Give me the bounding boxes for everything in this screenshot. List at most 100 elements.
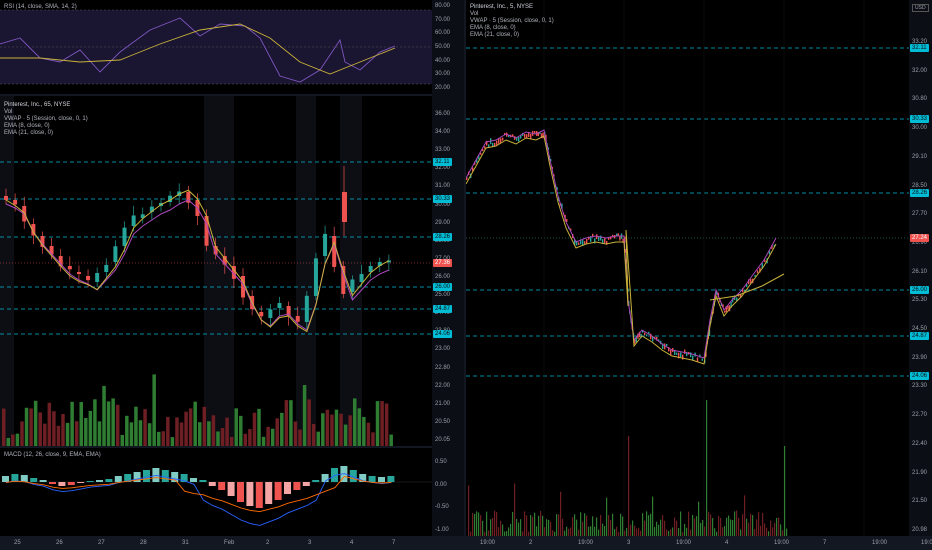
volume-bar [325,409,330,446]
macd-histogram-bar [368,476,376,482]
volume-bar [38,412,42,446]
volume-bar [776,517,778,536]
volume-bar [193,401,197,446]
volume-bar [175,417,179,446]
volume-bar [143,409,147,446]
candle-body [600,235,602,241]
left-time-label: 7 [392,540,396,546]
right-last-price-tag[interactable]: 27.24 [910,234,930,242]
right-legend-vwap[interactable]: VWAP · 5 (Session, close, 0, 1) [470,18,554,25]
left-price-axis[interactable]: 80.00 70.00 60.00 50.00 40.00 30.00 20.00 36.00… [432,0,464,536]
candle-body [488,144,490,148]
left-legend-ema21[interactable]: EMA (21, close, 0) [4,130,88,137]
right-legend: Pinterest, Inc., 5, NYSE Vol VWAP · 5 (S… [470,4,554,39]
right-level-price-tag[interactable]: 32.11 [910,44,929,52]
price-axis-tick: 20.50 [435,418,451,425]
right-level-price-tag[interactable]: 24.06 [910,372,930,380]
right-symbol-title[interactable]: Pinterest, Inc., 5, NYSE [470,4,554,11]
volume-bar [239,415,243,446]
left-level-price-tag[interactable]: 32.11 [433,158,452,166]
macd-axis-tick: -1.00 [435,527,449,533]
volume-bar [592,516,594,536]
volume-bar [736,510,738,536]
right-legend-ema21[interactable]: EMA (21, close, 0) [470,32,554,39]
right-price-pane[interactable]: Pinterest, Inc., 5, NYSE Vol VWAP · 5 (S… [466,0,909,536]
right-legend-ema8[interactable]: EMA (8, close, 0) [470,25,554,32]
left-time-axis[interactable]: 25 26 27 28 31 Feb 2 3 4 7 [0,536,432,550]
volume-bar [720,517,722,536]
candle-body [496,140,498,146]
candle-body [359,273,364,282]
volume-bar [616,526,618,536]
right-legend-vol[interactable]: Vol [470,11,554,18]
macd-histogram-bar [312,480,320,482]
price-axis-tick: 34.00 [435,129,451,136]
currency-label[interactable]: USD [912,4,929,12]
volume-bar [646,511,648,536]
candle-body [323,233,328,256]
volume-bar [694,518,696,536]
volume-bar [202,406,207,446]
right-level-price-tag[interactable]: 30.33 [910,115,930,123]
left-last-price-tag[interactable]: 27.36 [433,259,453,267]
volume-bar [772,527,774,536]
left-level-price-tag[interactable]: 24.87 [433,305,453,313]
macd-histogram-bar [58,482,66,486]
right-price-axis[interactable]: USD 33.20 32.00 30.80 30.00 29.10 28.50 27.70 2… [909,0,932,536]
volume-bar [594,526,596,536]
volume-bar [614,529,616,536]
left-legend-vol[interactable]: Vol [4,109,88,116]
volume-bar [339,413,343,446]
volume-bar [170,437,175,446]
rsi-pane[interactable]: RSI (14, close, SMA, 14, 2) [0,0,432,94]
macd-histogram-bar [255,482,263,508]
candle-body [67,266,72,270]
candle-body [584,241,586,244]
price-axis-tick: 36.00 [435,111,451,117]
candle-body [680,352,682,358]
volume-bar [706,400,708,536]
left-level-price-tag[interactable]: 30.33 [433,195,453,203]
ema21-line [466,135,777,365]
right-time-label: 4 [725,540,729,546]
right-time-label: 19:00 [578,540,594,546]
volume-bar [498,527,500,536]
volume-bar [357,408,362,446]
right-level-price-tag[interactable]: 28.26 [910,189,930,197]
right-time-label: 19:0 [921,540,932,546]
volume-bar [560,491,562,536]
volume-bar [29,408,33,446]
left-legend-vwap[interactable]: VWAP · 5 (Session, close, 0, 1) [4,116,88,123]
candle-body [484,146,486,149]
volume-bar [362,416,366,446]
left-level-price-tag[interactable]: 24.06 [433,330,453,338]
volume-bar [784,446,786,536]
volume-bar [568,528,570,536]
volume-bar [708,511,710,536]
macd-histogram-bar [199,480,207,482]
right-level-price-tag[interactable]: 24.87 [910,332,930,340]
left-price-pane[interactable]: Pinterest, Inc., 65, NYSE Vol VWAP · 5 (… [0,96,432,446]
candle-body [644,332,646,336]
volume-bar [375,401,380,446]
volume-bar [486,511,488,536]
volume-bar [580,512,582,536]
volume-bar [490,519,492,536]
left-level-price-tag[interactable]: 28.26 [433,233,453,241]
right-axis-tick: 23.30 [912,383,928,390]
right-time-axis[interactable]: 19:00 2 19:00 3 19:00 4 19:00 7 19:00 19:0 [466,536,932,550]
candle-body [95,273,100,282]
volume-bar [47,402,52,446]
macd-histogram-bar [114,476,122,482]
left-level-price-tag[interactable]: 26.00 [433,283,453,291]
macd-legend: MACD (12, 26, close, 9, EMA, EMA) [4,452,101,458]
volume-bar [726,517,728,536]
volume-bar [166,416,170,446]
macd-histogram-bar [237,482,244,502]
left-legend-ema8[interactable]: EMA (8, close, 0) [4,123,88,130]
macd-pane[interactable]: MACD (12, 26, close, 9, EMA, EMA) [0,448,432,536]
right-level-price-tag[interactable]: 26.00 [910,286,930,294]
left-symbol-title[interactable]: Pinterest, Inc., 65, NYSE [4,102,88,109]
volume-bar [722,527,724,536]
volume-bar [766,527,768,536]
